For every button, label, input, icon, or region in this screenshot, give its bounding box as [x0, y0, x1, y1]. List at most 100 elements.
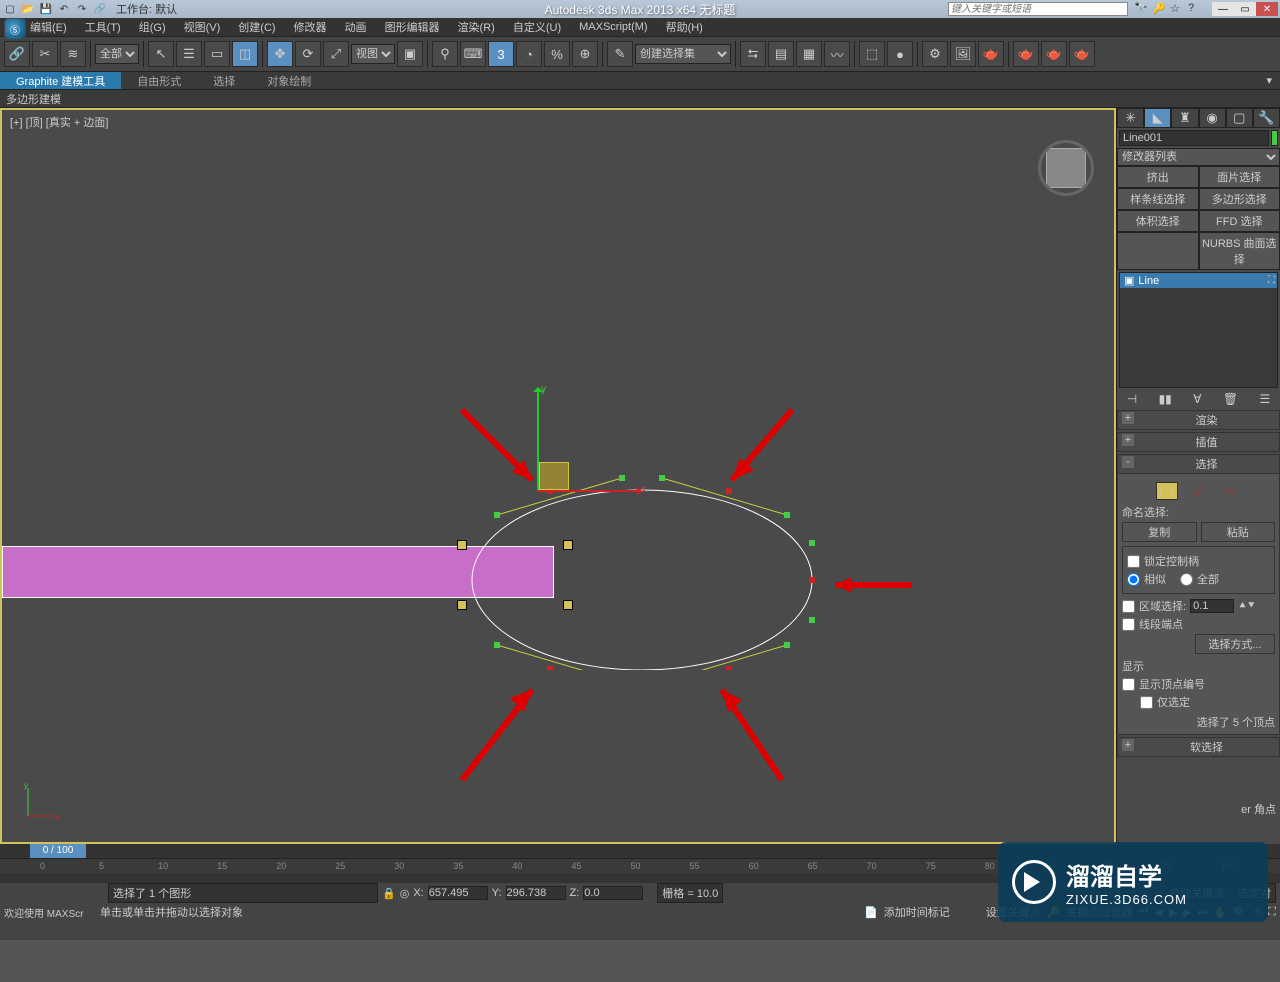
- scale-icon[interactable]: ⤢: [323, 41, 349, 67]
- rollout-soft[interactable]: +软选择: [1117, 737, 1280, 757]
- help-icon[interactable]: ?: [1188, 2, 1202, 16]
- snap-toggle-icon[interactable]: 3: [488, 41, 514, 67]
- ribbon-tab-objectpaint[interactable]: 对象绘制: [251, 72, 327, 89]
- spline-ellipse[interactable]: [462, 470, 822, 670]
- link-icon[interactable]: 🔗: [92, 1, 108, 17]
- menu-tools[interactable]: 工具(T): [85, 19, 121, 35]
- mod-btn-polysel[interactable]: 多边形选择: [1199, 188, 1280, 210]
- link-icon[interactable]: 🔗: [4, 41, 30, 67]
- window-crossing-icon[interactable]: ◫: [232, 41, 258, 67]
- manipulate-icon[interactable]: ⚲: [432, 41, 458, 67]
- object-color-swatch[interactable]: [1271, 130, 1278, 146]
- menu-customize[interactable]: 自定义(U): [513, 19, 561, 35]
- show-end-icon[interactable]: ▮▮: [1159, 392, 1172, 406]
- menu-help[interactable]: 帮助(H): [666, 19, 703, 35]
- rollout-select[interactable]: -选择: [1117, 454, 1280, 474]
- select-icon[interactable]: ↖: [148, 41, 174, 67]
- ribbon-tab-graphite[interactable]: Graphite 建模工具: [0, 72, 121, 89]
- undo-icon[interactable]: ↶: [56, 1, 72, 17]
- viewport[interactable]: [+] [顶] [真实 + 边面]: [0, 108, 1116, 844]
- render-iter-icon[interactable]: 🫖: [1041, 41, 1067, 67]
- select-region-icon[interactable]: ▭: [204, 41, 230, 67]
- material-editor-icon[interactable]: ●: [887, 41, 913, 67]
- isolate-icon[interactable]: ◎: [400, 887, 410, 900]
- maximize-icon[interactable]: ▭: [1234, 2, 1256, 16]
- area-select-checkbox[interactable]: [1122, 600, 1135, 613]
- create-tab-icon[interactable]: ✳: [1117, 108, 1144, 128]
- editnamed-icon[interactable]: ✎: [607, 41, 633, 67]
- all-radio[interactable]: [1180, 573, 1193, 586]
- rollout-render[interactable]: +渲染: [1117, 410, 1280, 430]
- minimize-icon[interactable]: —: [1212, 2, 1234, 16]
- area-select-spinner[interactable]: [1190, 599, 1234, 613]
- star-icon[interactable]: ☆: [1170, 2, 1184, 16]
- hierarchy-tab-icon[interactable]: ♜: [1171, 108, 1198, 128]
- close-icon[interactable]: ✕: [1256, 2, 1278, 16]
- ribbon-collapse-icon[interactable]: ▾: [1266, 74, 1280, 87]
- mod-btn-ffdsel[interactable]: FFD 选择: [1199, 210, 1280, 232]
- show-vertnum-checkbox[interactable]: [1122, 678, 1135, 691]
- spline-subobj-icon[interactable]: 〰: [1220, 482, 1242, 500]
- binoculars-icon[interactable]: 🔭: [1134, 2, 1148, 16]
- only-selected-checkbox[interactable]: [1140, 696, 1153, 709]
- rollout-interp[interactable]: +插值: [1117, 432, 1280, 452]
- redo-icon[interactable]: ↷: [74, 1, 90, 17]
- segment-end-checkbox[interactable]: [1122, 618, 1135, 631]
- utilities-tab-icon[interactable]: 🔧: [1253, 108, 1280, 128]
- named-selset-dropdown[interactable]: 创建选择集: [635, 44, 731, 64]
- remove-mod-icon[interactable]: 🗑: [1223, 392, 1238, 406]
- menu-group[interactable]: 组(G): [139, 19, 166, 35]
- save-icon[interactable]: 💾: [38, 1, 54, 17]
- modify-tab-icon[interactable]: ◣: [1144, 108, 1171, 128]
- ribbon-tab-selection[interactable]: 选择: [197, 72, 251, 89]
- mod-btn-empty[interactable]: [1117, 232, 1199, 270]
- lock-icon[interactable]: 🔒: [382, 887, 396, 900]
- workspace-label[interactable]: 工作台: 默认: [116, 1, 177, 17]
- mirror-icon[interactable]: ⮀: [740, 41, 766, 67]
- segment-subobj-icon[interactable]: ╱: [1188, 482, 1210, 500]
- script-icon[interactable]: 📄: [864, 906, 878, 919]
- addtime-label[interactable]: 添加时间标记: [884, 904, 950, 920]
- unique-icon[interactable]: ∀: [1193, 392, 1201, 406]
- key-icon[interactable]: 🔑: [1152, 2, 1166, 16]
- selection-filter[interactable]: 全部: [95, 44, 139, 64]
- render-prod-icon[interactable]: 🫖: [1013, 41, 1039, 67]
- menu-rendering[interactable]: 渲染(R): [458, 19, 495, 35]
- search-input[interactable]: [948, 2, 1128, 16]
- file-new-icon[interactable]: ▢: [2, 1, 18, 17]
- object-name-field[interactable]: [1119, 130, 1269, 146]
- select-by-button[interactable]: 选择方式...: [1195, 634, 1275, 654]
- bind-icon[interactable]: ≋: [60, 41, 86, 67]
- similar-radio[interactable]: [1127, 573, 1140, 586]
- ribbon-panel-polymod[interactable]: 多边形建模: [6, 91, 61, 107]
- x-coord-field[interactable]: [428, 886, 488, 900]
- pin-stack-icon[interactable]: ⊣: [1127, 392, 1137, 406]
- pivot-icon[interactable]: ▣: [397, 41, 423, 67]
- rendered-frame-icon[interactable]: 🖼: [950, 41, 976, 67]
- copy-button[interactable]: 复制: [1122, 522, 1197, 542]
- unlink-icon[interactable]: ✂: [32, 41, 58, 67]
- vertex-subobj-icon[interactable]: ⋮⋮: [1156, 482, 1178, 500]
- align-icon[interactable]: ▤: [768, 41, 794, 67]
- refcoord-dropdown[interactable]: 视图: [351, 44, 395, 64]
- menu-create[interactable]: 创建(C): [238, 19, 275, 35]
- lock-handles-checkbox[interactable]: [1127, 555, 1140, 568]
- mod-btn-nurbssel[interactable]: NURBS 曲面选择: [1199, 232, 1280, 270]
- modifier-list-dropdown[interactable]: 修改器列表: [1117, 148, 1280, 166]
- render-last-icon[interactable]: 🫖: [1069, 41, 1095, 67]
- schematic-icon[interactable]: ⬚: [859, 41, 885, 67]
- paste-button[interactable]: 粘贴: [1201, 522, 1276, 542]
- curve-editor-icon[interactable]: 〰: [824, 41, 850, 67]
- angle-snap-icon[interactable]: ◔: [516, 41, 542, 67]
- move-icon[interactable]: ✥: [267, 41, 293, 67]
- mod-btn-splinesel[interactable]: 样条线选择: [1117, 188, 1199, 210]
- expand-icon[interactable]: ▣: [1124, 274, 1134, 287]
- percent-snap-icon[interactable]: %: [544, 41, 570, 67]
- config-sets-icon[interactable]: ☰: [1260, 392, 1271, 406]
- menu-views[interactable]: 视图(V): [184, 19, 221, 35]
- display-tab-icon[interactable]: ▢: [1226, 108, 1253, 128]
- ribbon-tab-freeform[interactable]: 自由形式: [121, 72, 197, 89]
- menu-modifiers[interactable]: 修改器: [294, 19, 327, 35]
- render-icon[interactable]: 🫖: [978, 41, 1004, 67]
- mod-btn-extrude[interactable]: 挤出: [1117, 166, 1199, 188]
